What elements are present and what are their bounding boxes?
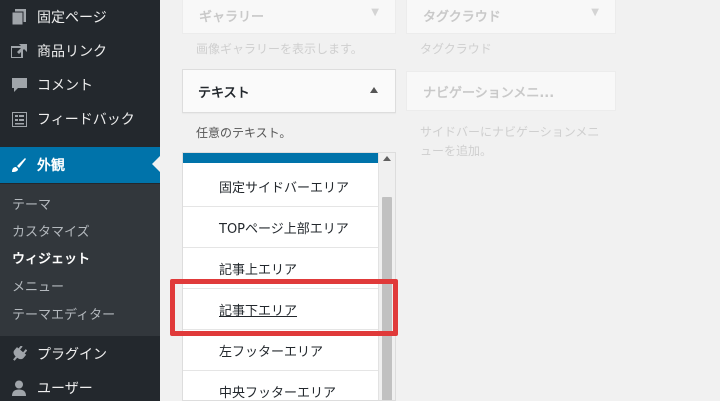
chevron-down-icon: ▼: [371, 7, 379, 18]
highlight-box: [170, 279, 398, 336]
widget-tagcloud[interactable]: タグクラウド ▼: [406, 0, 616, 34]
menu-item-appearance[interactable]: 外観: [0, 147, 160, 183]
submenu-item-menus[interactable]: メニュー: [12, 276, 64, 295]
admin-sidebar: 固定ページ 商品リンク コメント フィードバック 外観 テーマ カスタマイズ ウ…: [0, 0, 160, 401]
menu-item-label: 固定ページ: [37, 10, 107, 26]
widget-title: ギャラリー: [199, 9, 265, 25]
widget-description: 任意のテキスト。: [196, 126, 292, 140]
menu-item-label: コメント: [37, 78, 93, 94]
widget-navigation-menu[interactable]: ナビゲーションメニ...: [406, 71, 616, 111]
plugin-icon: [9, 344, 29, 364]
scroll-up-arrow-icon[interactable]: [383, 156, 391, 161]
menu-item-plugins[interactable]: プラグイン: [0, 337, 160, 371]
chooser-item-top-page[interactable]: TOPページ上部エリア: [183, 208, 379, 248]
menu-item-label: 商品リンク: [37, 44, 107, 60]
submenu-item-customize[interactable]: カスタマイズ: [12, 221, 90, 240]
widget-title: ナビゲーションメニ...: [423, 85, 555, 101]
widget-text[interactable]: テキスト: [182, 69, 396, 113]
chooser-item-center-footer[interactable]: 中央フッターエリア: [183, 372, 379, 400]
menu-item-label: フィードバック: [37, 112, 135, 128]
widgets-area: ギャラリー ▼ 画像ギャラリーを表示します。 タグクラウド ▼ タグクラウド テ…: [160, 0, 720, 401]
widget-description: タグクラウド: [420, 42, 492, 56]
menu-item-label: 外観: [37, 158, 65, 174]
link-icon: [9, 41, 29, 61]
chooser-header: [183, 153, 379, 163]
brush-icon: [9, 155, 29, 175]
appearance-submenu: テーマ カスタマイズ ウィジェット メニュー テーマエディター: [0, 184, 160, 336]
user-icon: [9, 378, 29, 398]
menu-item-label: ユーザー: [37, 381, 93, 397]
submenu-item-theme-editor[interactable]: テーマエディター: [12, 304, 115, 323]
widget-title: タグクラウド: [423, 9, 501, 25]
widget-description: 画像ギャラリーを表示します。: [196, 42, 363, 56]
pages-icon: [9, 7, 29, 27]
chevron-up-icon: [370, 87, 378, 93]
comment-icon: [9, 75, 29, 95]
menu-item-users[interactable]: ユーザー: [0, 371, 160, 401]
widget-gallery[interactable]: ギャラリー ▼: [182, 0, 396, 34]
widget-title: テキスト: [198, 85, 250, 101]
submenu-item-widgets[interactable]: ウィジェット: [12, 248, 90, 267]
widget-area-chooser: 固定サイドバーエリア TOPページ上部エリア 記事上エリア 記事下エリア 左フッ…: [182, 152, 396, 401]
feedback-icon: [9, 109, 29, 129]
chooser-item-left-footer[interactable]: 左フッターエリア: [183, 331, 379, 371]
widget-description: サイドバーにナビゲーションメニ ューを追加。: [420, 125, 600, 158]
submenu-item-themes[interactable]: テーマ: [12, 194, 51, 213]
chevron-down-icon: ▼: [591, 7, 599, 18]
chooser-item-fixed-sidebar[interactable]: 固定サイドバーエリア: [183, 167, 379, 207]
menu-item-product-links[interactable]: 商品リンク: [0, 34, 160, 68]
menu-item-pages[interactable]: 固定ページ: [0, 0, 160, 34]
chooser-scrollbar[interactable]: [378, 153, 395, 400]
menu-item-feedback[interactable]: フィードバック: [0, 102, 160, 136]
menu-item-comments[interactable]: コメント: [0, 68, 160, 102]
menu-item-label: プラグイン: [37, 347, 107, 363]
